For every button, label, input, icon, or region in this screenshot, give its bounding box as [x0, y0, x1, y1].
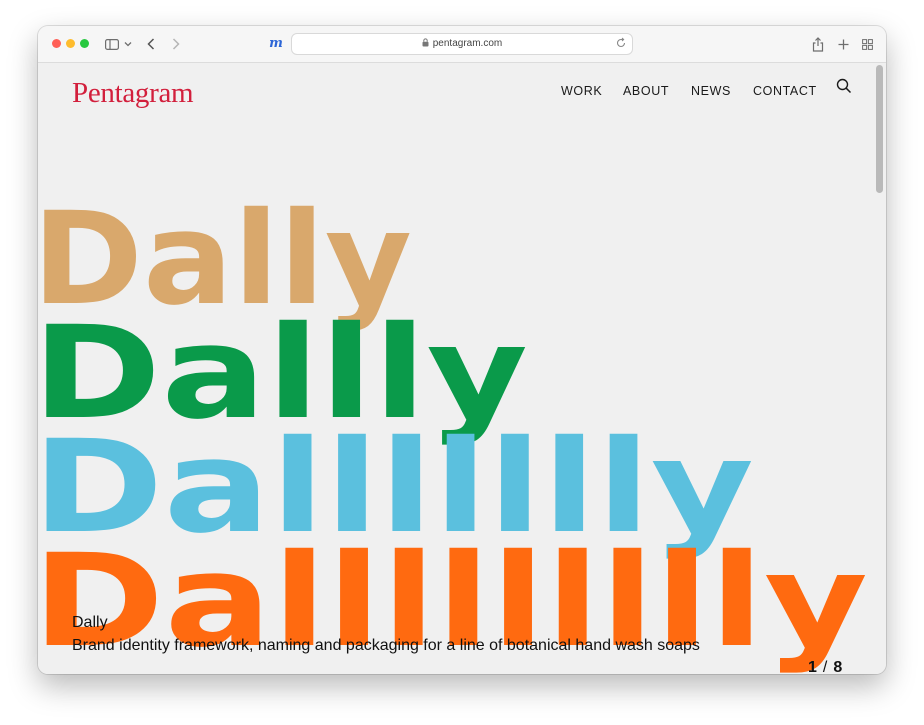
- hero-artwork: Dally Dallly Dallllllly Dallllllllly: [38, 185, 868, 674]
- search-icon[interactable]: [836, 78, 852, 94]
- main-nav: WORK ABOUT NEWS CONTACT: [38, 79, 886, 103]
- tab-overview-icon[interactable]: [860, 35, 874, 53]
- project-title: Dally: [72, 614, 108, 631]
- sidebar-toggle-icon[interactable]: [104, 35, 120, 53]
- nav-item-about[interactable]: ABOUT: [623, 79, 669, 103]
- nav-item-news[interactable]: NEWS: [691, 79, 731, 103]
- nav-item-contact[interactable]: CONTACT: [753, 79, 817, 103]
- slide-counter: 1 / 8: [808, 657, 842, 674]
- address-bar[interactable]: pentagram.com: [291, 33, 633, 55]
- nav-item-work[interactable]: WORK: [561, 79, 602, 103]
- slide-current: 1: [808, 659, 817, 674]
- browser-toolbar: m pentagram.com: [38, 26, 886, 63]
- page-scrollbar[interactable]: [876, 65, 883, 193]
- lock-icon: [422, 38, 429, 47]
- browser-window: m pentagram.com Dally Dallly Dallllllly …: [38, 26, 886, 674]
- new-tab-icon[interactable]: [836, 35, 850, 53]
- chevron-down-icon[interactable]: [123, 35, 133, 53]
- slide-separator: /: [822, 659, 828, 674]
- reload-icon[interactable]: [615, 37, 627, 49]
- web-page: Dally Dallly Dallllllly Dallllllllly Pen…: [38, 63, 886, 674]
- minimize-window-button[interactable]: [66, 39, 75, 48]
- back-arrow-icon[interactable]: [144, 35, 158, 53]
- extension-icon[interactable]: m: [268, 35, 284, 53]
- slide-total: 8: [833, 659, 843, 674]
- zoom-window-button[interactable]: [80, 39, 89, 48]
- forward-arrow-icon[interactable]: [169, 35, 183, 53]
- url-text: pentagram.com: [432, 38, 503, 49]
- close-window-button[interactable]: [52, 39, 61, 48]
- share-icon[interactable]: [811, 35, 825, 53]
- project-caption[interactable]: Dally Brand identity framework, naming a…: [72, 611, 732, 657]
- project-description: Brand identity framework, naming and pac…: [72, 637, 700, 654]
